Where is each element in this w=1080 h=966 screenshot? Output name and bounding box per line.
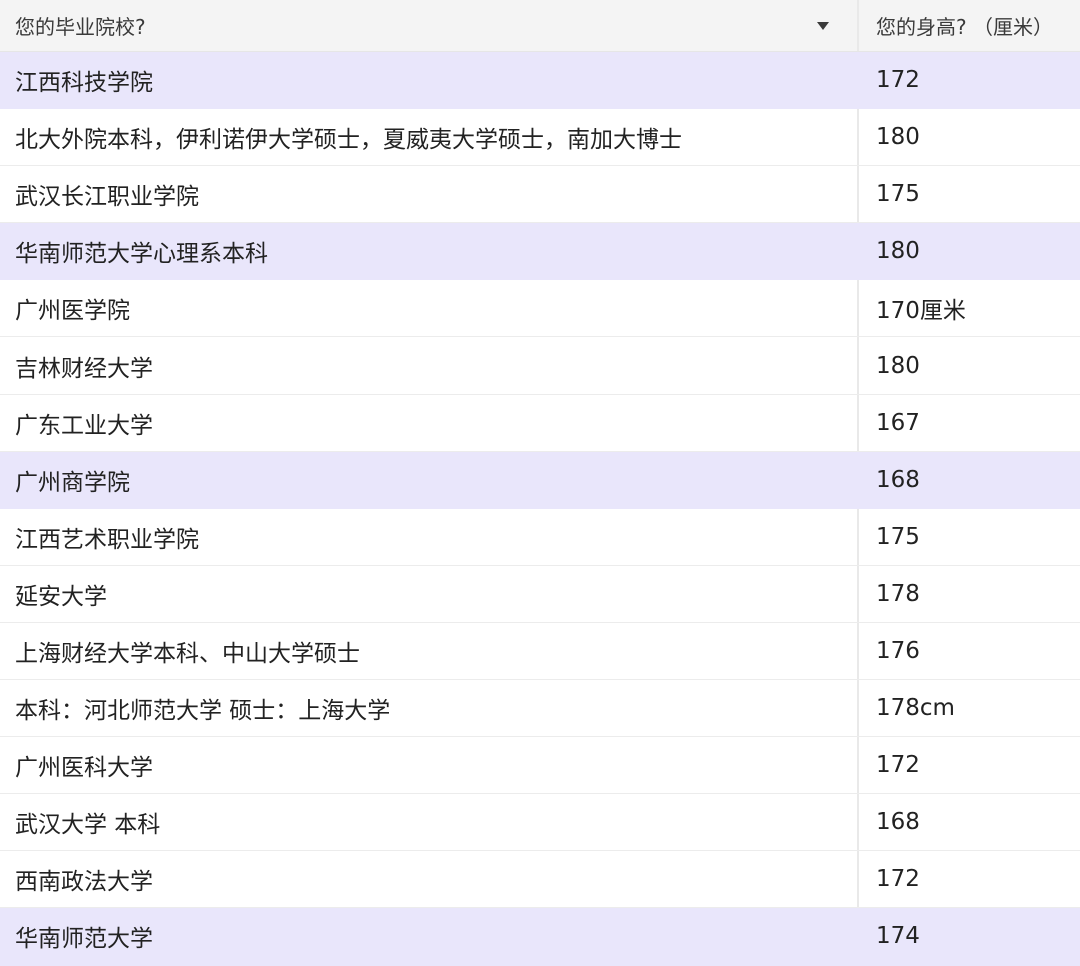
table-row[interactable]: 上海财经大学本科、中山大学硕士 176 [0,622,1080,681]
height-cell[interactable]: 172 [859,52,1080,108]
school-cell[interactable]: 本科：河北师范大学 硕士：上海大学 [0,680,859,737]
school-cell[interactable]: 吉林财经大学 [0,337,859,394]
height-cell[interactable]: 175 [859,166,1080,222]
school-cell[interactable]: 广州医科大学 [0,737,859,794]
column-header-height-label: 您的身高? （厘米） [876,15,1053,39]
table-header: 您的毕业院校? 您的身高? （厘米） [0,0,1080,52]
table-row[interactable]: 吉林财经大学 180 [0,337,1080,395]
table-row[interactable]: 广州商学院 168 [0,451,1080,509]
school-cell[interactable]: 华南师范大学 [0,908,859,965]
height-cell[interactable]: 180 [859,223,1080,279]
school-cell[interactable]: 上海财经大学本科、中山大学硕士 [0,622,859,680]
height-cell[interactable]: 174 [859,908,1080,964]
height-cell[interactable]: 167 [859,395,1080,451]
column-header-school[interactable]: 您的毕业院校? [0,0,859,51]
height-cell[interactable]: 180 [859,337,1080,393]
table-row[interactable]: 广州医科大学 172 [0,737,1080,795]
table-row[interactable]: 北大外院本科，伊利诺伊大学硕士，夏威夷大学硕士，南加大博士 180 [0,109,1080,167]
table-row[interactable]: 华南师范大学 174 [0,908,1080,966]
table-row[interactable]: 广州医学院 170厘米 [0,280,1080,338]
school-cell[interactable]: 延安大学 [0,565,859,622]
school-cell[interactable]: 武汉大学 本科 [0,794,859,851]
table-row[interactable]: 武汉大学 本科 168 [0,794,1080,852]
height-cell[interactable]: 176 [859,623,1080,679]
height-cell[interactable]: 168 [859,452,1080,508]
height-cell[interactable]: 170厘米 [859,280,1080,336]
school-cell[interactable]: 北大外院本科，伊利诺伊大学硕士，夏威夷大学硕士，南加大博士 [0,109,859,166]
school-cell[interactable]: 广东工业大学 [0,394,859,451]
table-row[interactable]: 武汉长江职业学院 175 [0,166,1080,224]
school-cell[interactable]: 江西艺术职业学院 [0,508,859,565]
table-row[interactable]: 西南政法大学 172 [0,851,1080,909]
height-cell[interactable]: 172 [859,851,1080,907]
caret-down-icon[interactable] [815,18,831,34]
table-row[interactable]: 江西科技学院 172 [0,52,1080,110]
table-row[interactable]: 本科：河北师范大学 硕士：上海大学 178cm [0,680,1080,738]
table-body: 江西科技学院 172 北大外院本科，伊利诺伊大学硕士，夏威夷大学硕士，南加大博士 18… [0,52,1080,966]
school-cell[interactable]: 广州商学院 [0,451,859,508]
table-row[interactable]: 延安大学 178 [0,565,1080,623]
height-cell[interactable]: 178cm [859,680,1080,736]
survey-table: 您的毕业院校? 您的身高? （厘米） 江西科技学院 172 北大外院本科，伊利诺伊大… [0,0,1080,966]
school-cell[interactable]: 西南政法大学 [0,851,859,908]
column-header-height[interactable]: 您的身高? （厘米） [859,0,1080,51]
height-cell[interactable]: 168 [859,794,1080,850]
height-cell[interactable]: 180 [859,109,1080,165]
height-cell[interactable]: 175 [859,509,1080,565]
table-row[interactable]: 江西艺术职业学院 175 [0,508,1080,566]
school-cell[interactable]: 华南师范大学心理系本科 [0,223,859,280]
height-cell[interactable]: 172 [859,737,1080,793]
table-row[interactable]: 广东工业大学 167 [0,394,1080,452]
school-cell[interactable]: 武汉长江职业学院 [0,166,859,223]
height-cell[interactable]: 178 [859,566,1080,622]
school-cell[interactable]: 广州医学院 [0,280,859,337]
school-cell[interactable]: 江西科技学院 [0,52,859,109]
table-row[interactable]: 华南师范大学心理系本科 180 [0,223,1080,281]
column-header-school-label: 您的毕业院校? [15,15,146,39]
